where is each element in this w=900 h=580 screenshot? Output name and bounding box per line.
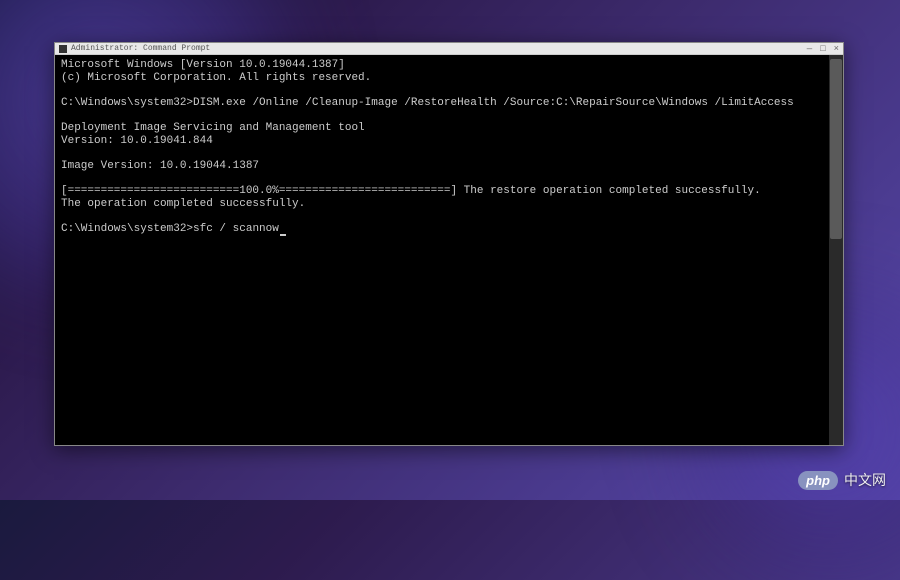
dism-command-line: C:\Windows\system32>DISM.exe /Online /Cl… [61,97,837,110]
os-header-line: Microsoft Windows [Version 10.0.19044.13… [61,59,837,72]
app-icon [59,45,67,53]
copyright-line: (c) Microsoft Corporation. All rights re… [61,72,837,85]
minimize-button[interactable]: — [807,44,812,54]
watermark: php 中文网 [798,470,886,490]
completion-line: The operation completed successfully. [61,198,837,211]
tool-version-line: Version: 10.0.19041.844 [61,135,837,148]
window-title: Administrator: Command Prompt [71,44,210,53]
command-prompt-window: Administrator: Command Prompt — □ × Micr… [54,42,844,446]
prompt-path: C:\Windows\system32> [61,223,193,235]
scrollbar-thumb[interactable] [830,59,842,239]
dism-command: DISM.exe /Online /Cleanup-Image /Restore… [193,97,794,109]
tool-name-line: Deployment Image Servicing and Managemen… [61,122,837,135]
prompt-path: C:\Windows\system32> [61,97,193,109]
watermark-text: 中文网 [844,470,886,490]
cursor-icon [280,234,286,236]
titlebar[interactable]: Administrator: Command Prompt — □ × [55,43,843,55]
image-version-line: Image Version: 10.0.19044.1387 [61,160,837,173]
scrollbar-track[interactable] [829,55,843,445]
php-badge: php [798,471,838,490]
terminal-body[interactable]: Microsoft Windows [Version 10.0.19044.13… [55,55,843,445]
progress-line: [==========================100.0%=======… [61,185,837,198]
maximize-button[interactable]: □ [820,44,825,54]
close-button[interactable]: × [834,44,839,54]
sfc-command-line: C:\Windows\system32>sfc / scannow [61,223,837,236]
sfc-command: sfc / scannow [193,223,279,235]
